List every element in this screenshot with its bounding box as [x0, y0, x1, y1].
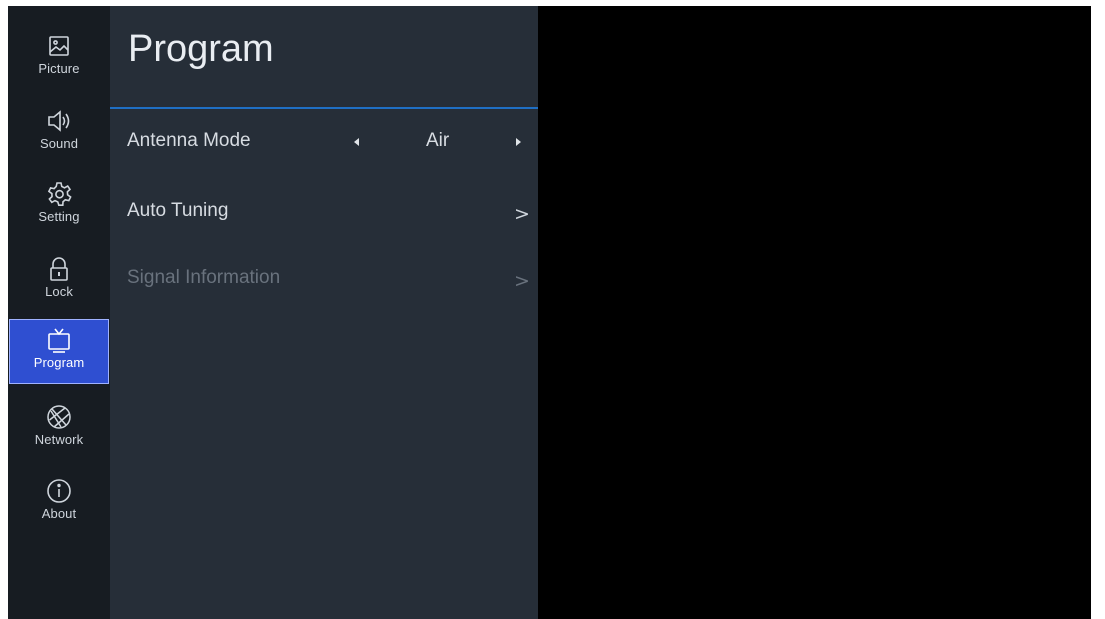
sidebar-item-label: Sound	[39, 136, 79, 151]
sidebar-item-label: Picture	[38, 61, 80, 76]
tv-screen: Picture Sound Setting Lock Program Netwo…	[8, 6, 1091, 619]
sidebar-item-network[interactable]: Network	[8, 397, 110, 463]
sidebar-item-sound[interactable]: Sound	[8, 101, 110, 167]
chevron-right-icon: >	[514, 270, 530, 292]
menu-item-signal-information[interactable]: Signal Information >	[110, 253, 538, 305]
sidebar-item-program[interactable]: Program	[9, 319, 109, 384]
menu-item-label: Auto Tuning	[127, 200, 229, 221]
page-title: Program	[128, 28, 274, 70]
sidebar-item-setting[interactable]: Setting	[8, 174, 110, 240]
picture-icon	[45, 32, 73, 60]
video-preview-area	[538, 6, 1091, 619]
menu-item-antenna-mode[interactable]: Antenna Mode Air	[110, 116, 538, 168]
antenna-mode-value: Air	[426, 130, 450, 151]
sidebar-item-about[interactable]: About	[8, 471, 110, 537]
program-panel: Program Antenna Mode Air Auto Tuning > S…	[110, 6, 538, 619]
arrow-right-icon[interactable]	[516, 138, 521, 146]
sidebar-item-label: Setting	[38, 209, 80, 224]
lock-icon	[45, 255, 73, 283]
chevron-right-icon: >	[514, 203, 530, 225]
sidebar-item-lock[interactable]: Lock	[8, 249, 110, 315]
menu-item-auto-tuning[interactable]: Auto Tuning >	[110, 186, 538, 238]
arrow-left-icon[interactable]	[354, 138, 359, 146]
sidebar-item-label: About	[41, 506, 77, 521]
sidebar-item-label: Program	[33, 355, 85, 370]
sidebar-item-label: Lock	[45, 284, 73, 299]
sidebar-item-label: Network	[34, 432, 84, 447]
gear-icon	[45, 180, 73, 208]
title-divider	[110, 107, 538, 109]
globe-icon	[45, 403, 73, 431]
info-icon	[45, 477, 73, 505]
sidebar-item-picture[interactable]: Picture	[8, 26, 110, 92]
settings-sidebar: Picture Sound Setting Lock Program Netwo…	[8, 6, 110, 619]
menu-item-label: Antenna Mode	[127, 130, 251, 151]
tv-icon	[45, 326, 73, 354]
menu-item-label: Signal Information	[127, 267, 281, 288]
speaker-icon	[45, 107, 73, 135]
